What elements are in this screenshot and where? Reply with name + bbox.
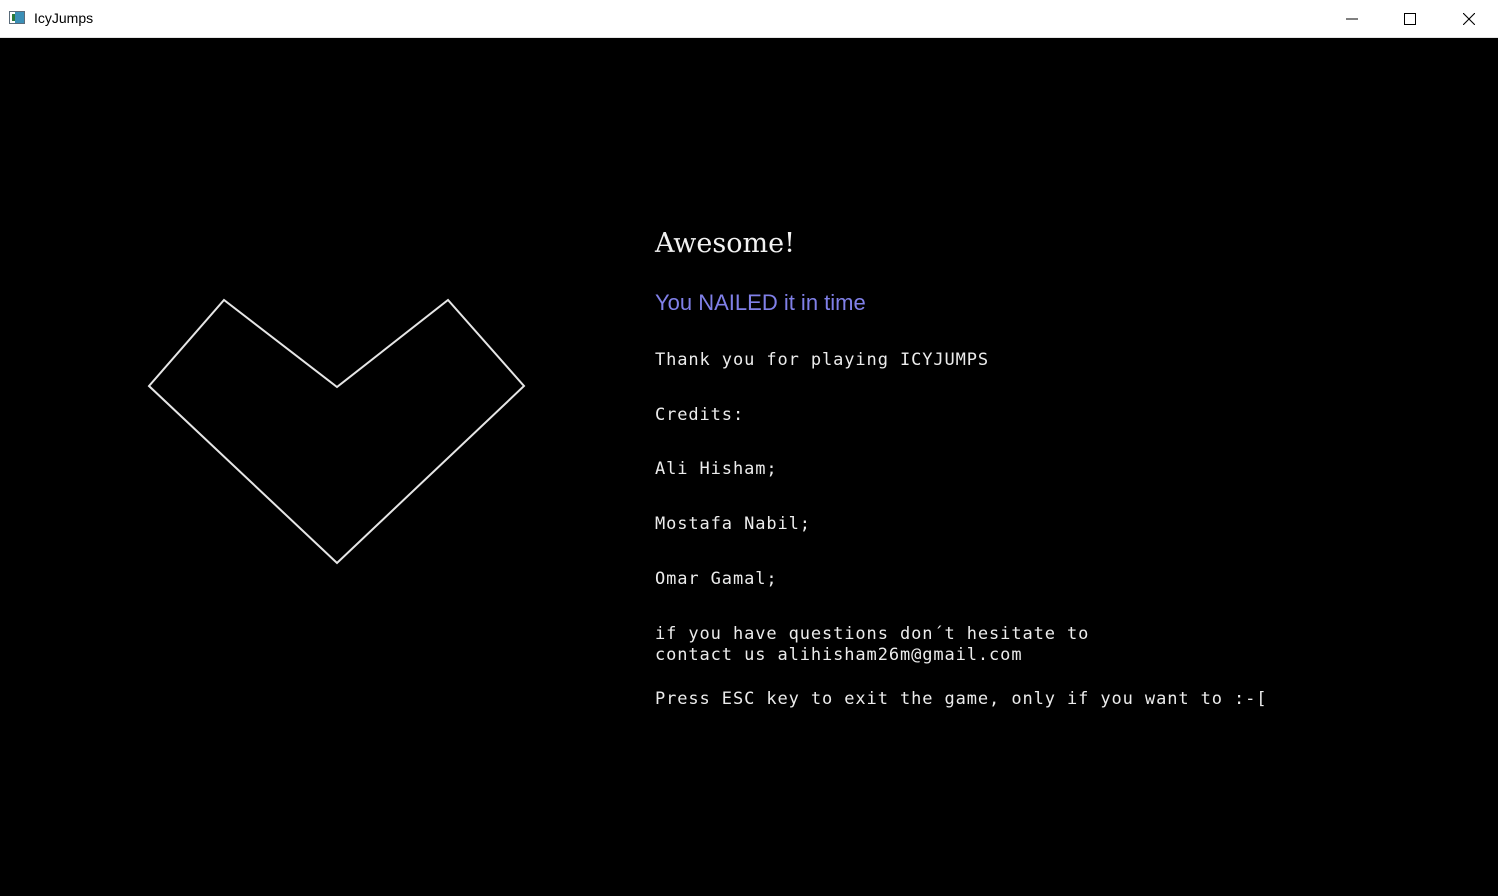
close-icon [1463, 12, 1475, 25]
contact-text-line1: if you have questions don´t hesitate to [655, 624, 1090, 644]
maximize-button[interactable] [1381, 0, 1439, 37]
maximize-icon [1404, 12, 1416, 25]
credit-item: Mostafa Nabil; [655, 514, 811, 534]
subheadline-text: You NAILED it in time [655, 290, 866, 315]
contact-text-line2: contact us alihisham26m@gmail.com [655, 645, 1023, 665]
credit-item: Omar Gamal; [655, 569, 778, 589]
window-title: IcyJumps [34, 10, 94, 26]
credits-label: Credits: [655, 405, 745, 425]
app-window-icon [9, 11, 25, 24]
title-bar[interactable]: IcyJumps [0, 0, 1498, 38]
close-button[interactable] [1440, 0, 1498, 37]
minimize-icon [1346, 18, 1358, 19]
headline-text: Awesome! [655, 228, 795, 259]
game-window: IcyJumps Awesome! You NAILED it in time … [0, 0, 1498, 896]
exit-hint-text: Press ESC key to exit the game, only if … [655, 689, 1268, 709]
credit-item: Ali Hisham; [655, 459, 778, 479]
minimize-button[interactable] [1323, 0, 1381, 37]
game-canvas[interactable]: Awesome! You NAILED it in time Thank you… [0, 38, 1498, 896]
thanks-text: Thank you for playing ICYJUMPS [655, 350, 990, 370]
